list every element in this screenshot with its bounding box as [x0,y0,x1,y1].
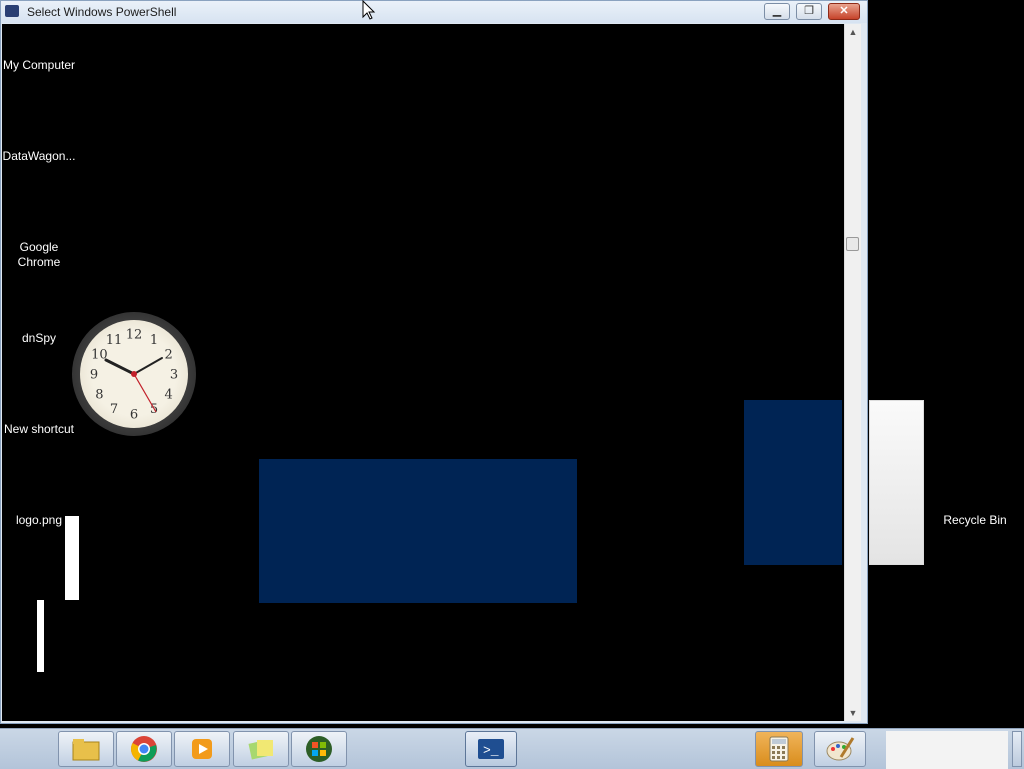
clock-numeral: 2 [164,348,172,363]
taskbar-calculator[interactable] [755,731,803,767]
hour-hand [104,358,136,376]
close-button[interactable]: ✕ [828,3,860,20]
minute-hand [133,357,163,375]
clock-numeral: 6 [130,408,138,423]
taskbar: >_ [0,728,1024,769]
paint-icon [826,737,855,761]
white-artifact-bar [37,600,44,672]
blank-panel [869,400,924,565]
clock-numeral: 1 [150,333,158,348]
clock-face: 121234567891011 [80,320,188,428]
taskbar-file-explorer[interactable] [58,731,114,767]
file-explorer-icon [72,739,100,761]
title-bar[interactable]: Select Windows PowerShell ▁ ❐ ✕ [1,1,867,23]
windows-logo-icon [306,736,332,762]
clock-numeral: 7 [110,402,118,417]
clock-numeral: 3 [170,368,178,383]
second-hand [133,373,157,413]
clock-numeral: 12 [126,328,143,343]
desktop-icon-my-computer[interactable]: My Computer [0,58,78,73]
clock-numeral: 8 [95,388,103,403]
calculator-icon [769,736,789,762]
blue-block [744,400,842,565]
white-artifact-bar [65,516,79,600]
svg-text:>_: >_ [483,743,499,758]
blue-block [259,459,577,603]
taskbar-media-player[interactable] [174,731,230,767]
taskbar-paint[interactable] [814,731,866,767]
clock-gadget[interactable]: 121234567891011 [72,312,196,436]
show-desktop-button[interactable] [1012,731,1022,767]
clock-dial: 121234567891011 [90,328,178,423]
desktop-icon-dnspy[interactable]: dnSpy [0,331,78,346]
notification-area [886,731,1008,769]
desktop-icon-new-shortcut[interactable]: New shortcut [0,422,78,437]
powershell-icon [5,5,19,17]
vertical-scrollbar[interactable]: ▲ ▼ [844,24,861,721]
taskbar-windows-start[interactable] [291,731,347,767]
scroll-up-icon[interactable]: ▲ [845,24,861,40]
desktop-icon-recycle-bin[interactable]: Recycle Bin [936,513,1014,528]
clock-numeral: 11 [106,333,123,348]
mouse-cursor-icon [362,0,376,20]
restore-button[interactable]: ❐ [796,3,822,20]
taskbar-sticky-notes[interactable] [233,731,289,767]
media-player-icon [192,739,212,759]
scroll-thumb[interactable] [846,237,859,251]
powershell-icon: >_ [478,739,504,759]
desktop-icon-google-chrome[interactable]: Google Chrome [0,240,78,270]
sticky-notes-icon [248,740,273,760]
chrome-icon [131,736,157,762]
taskbar-chrome[interactable] [116,731,172,767]
clock-numeral: 9 [90,368,98,383]
clock-numeral: 4 [164,388,172,403]
clock-center [131,371,137,377]
scroll-down-icon[interactable]: ▼ [845,705,861,721]
minimize-button[interactable]: ▁ [764,3,790,20]
taskbar-powershell[interactable]: >_ [465,731,517,767]
window-title: Select Windows PowerShell [27,5,177,19]
desktop-icon-datawagon[interactable]: DataWagon... [0,149,78,164]
